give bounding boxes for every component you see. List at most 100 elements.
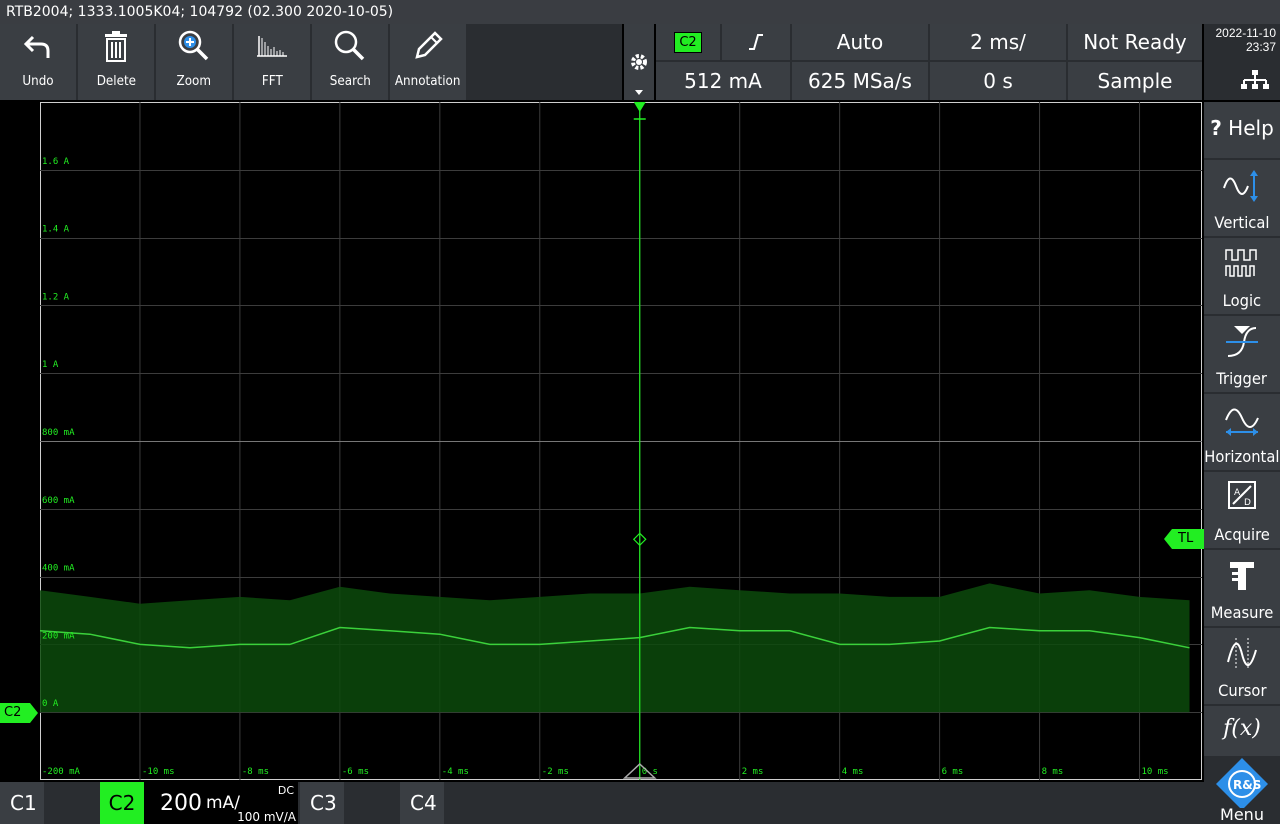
x-tick-label: -8 ms <box>242 767 269 777</box>
settings-button[interactable] <box>624 24 654 100</box>
help-label: Help <box>1228 116 1274 140</box>
time-offset-cell[interactable]: 0 s <box>930 62 1066 100</box>
channel-c1-button[interactable]: C1 <box>0 782 98 824</box>
toolbar: Undo Delete Zoom FFT Search Annotation <box>0 24 622 100</box>
undo-label: Undo <box>22 74 54 89</box>
search-icon <box>334 30 365 61</box>
signal-envelope <box>40 583 1190 713</box>
channel-c2-badge: C2 <box>100 782 144 824</box>
help-icon: ? <box>1210 116 1222 140</box>
rising-edge-icon <box>749 34 763 50</box>
trigger-channel-badge: C2 <box>674 31 702 53</box>
acquisition-mode-cell[interactable]: Sample <box>1068 62 1202 100</box>
y-tick-label: 1.6 A <box>42 157 70 167</box>
y-tick-label: 600 mA <box>42 496 75 506</box>
status-cell[interactable]: Not Ready <box>1068 24 1202 60</box>
sidebar: ? Help Vertical Logic Trigger Horizontal… <box>1204 102 1280 824</box>
y-tick-label: -200 mA <box>42 767 81 777</box>
horizontal-icon <box>1225 408 1259 436</box>
channel-c3-button[interactable]: C3 <box>300 782 398 824</box>
zoom-label: Zoom <box>176 74 212 89</box>
tl-label: TL <box>1178 531 1194 546</box>
annotation-label: Annotation <box>395 74 461 89</box>
cursor-icon <box>1227 638 1257 670</box>
acquisition-info-panel: C2 Auto 2 ms/ Not Ready 512 mA 625 MSa/s… <box>656 24 1202 100</box>
sidebar-item-vertical[interactable]: Vertical <box>1204 160 1280 236</box>
trigger-mode-cell[interactable]: Auto <box>792 24 928 60</box>
help-button[interactable]: ? Help <box>1204 102 1280 158</box>
vertical-icon <box>1223 170 1258 202</box>
trigger-icon <box>1226 326 1258 357</box>
delete-label: Delete <box>96 74 136 89</box>
x-tick-label: -2 ms <box>542 767 569 777</box>
sidebar-item-cursor[interactable]: Cursor <box>1204 628 1280 704</box>
waveform-display[interactable]: 1.6 A 1.4 A 1.2 A 1 A 800 mA 600 mA 400 mA 200 … <box>40 102 1202 780</box>
sidebar-item-measure[interactable]: Measure <box>1204 550 1280 626</box>
y-tick-label: 200 mA <box>42 631 75 641</box>
x-tick-label: -4 ms <box>442 767 469 777</box>
x-tick-label: 10 ms <box>1142 767 1169 777</box>
sample-rate-cell[interactable]: 625 MSa/s <box>792 62 928 100</box>
trigger-level-cell[interactable]: 512 mA <box>656 62 790 100</box>
delete-button[interactable]: Delete <box>78 24 154 100</box>
trigger-source-cell[interactable]: C2 <box>656 24 720 60</box>
rs-logo-text: R&S <box>1233 778 1261 792</box>
trash-icon <box>105 31 127 62</box>
function-button[interactable]: f(x) <box>1204 706 1280 756</box>
sidebar-label-cursor: Cursor <box>1217 681 1267 700</box>
sidebar-item-horizontal[interactable]: Horizontal <box>1204 394 1280 470</box>
sidebar-item-logic[interactable]: Logic <box>1204 238 1280 314</box>
fft-icon <box>257 36 287 57</box>
network-icon <box>1241 70 1269 89</box>
clock-date: 2022-11-10 <box>1215 26 1277 40</box>
x-tick-label: 8 ms <box>1042 767 1064 777</box>
channel-c2-scale: 200 <box>160 790 202 816</box>
pencil-icon <box>415 31 443 59</box>
sidebar-label-trigger: Trigger <box>1216 369 1268 388</box>
channel-bar: C1 C2 200 mA/ DC 100 mV/A C3 C4 <box>0 782 1204 824</box>
channel-c2-unit: mA/ <box>206 793 240 813</box>
x-tick-label: 4 ms <box>842 767 864 777</box>
sidebar-item-acquire[interactable]: AD Acquire <box>1204 472 1280 548</box>
channel-c2-probe: 100 mV/A <box>237 810 296 824</box>
trigger-slope-cell[interactable] <box>722 24 790 60</box>
menu-button[interactable]: R&S Menu <box>1204 758 1280 824</box>
clock-time: 23:37 <box>1245 40 1276 54</box>
x-tick-label: 6 ms <box>942 767 964 777</box>
timebase-cell[interactable]: 2 ms/ <box>930 24 1066 60</box>
y-tick-label: 800 mA <box>42 428 75 438</box>
acquire-icon: AD <box>1228 481 1256 509</box>
channel-c1-label: C1 <box>10 791 37 815</box>
clock: 2022-11-10 23:37 <box>1204 24 1280 100</box>
window-title: RTB2004; 1333.1005K04; 104792 (02.300 20… <box>0 0 1280 24</box>
svg-text:A: A <box>1234 488 1241 498</box>
sidebar-label-horizontal: Horizontal <box>1204 447 1280 466</box>
search-button[interactable]: Search <box>312 24 388 100</box>
undo-button[interactable]: Undo <box>0 24 76 100</box>
channel-c4-button[interactable]: C4 <box>400 782 498 824</box>
svg-text:D: D <box>1244 498 1251 508</box>
sidebar-label-acquire: Acquire <box>1214 525 1270 544</box>
sidebar-item-trigger[interactable]: Trigger <box>1204 316 1280 392</box>
search-label: Search <box>329 74 371 89</box>
fft-button[interactable]: FFT <box>234 24 310 100</box>
channel-c2-button[interactable]: C2 200 mA/ DC 100 mV/A <box>100 782 298 824</box>
gear-icon <box>631 54 647 95</box>
sidebar-label-logic: Logic <box>1222 291 1262 310</box>
trigger-position-marker <box>633 102 646 112</box>
trigger-level-marker[interactable]: TL <box>1164 529 1204 549</box>
logic-icon <box>1225 249 1257 277</box>
channel-ground-marker[interactable]: C2 <box>0 703 38 723</box>
y-tick-label: 0 A <box>42 699 59 709</box>
zoom-icon <box>178 30 209 61</box>
channel-c4-label: C4 <box>410 791 437 815</box>
y-tick-label: 1.4 A <box>42 225 70 235</box>
channel-offset-strip: C2 <box>0 102 40 780</box>
measure-icon <box>1230 562 1254 590</box>
annotation-button[interactable]: Annotation <box>390 24 466 100</box>
channel-c3-label: C3 <box>310 791 337 815</box>
x-tick-label: 2 ms <box>742 767 764 777</box>
zoom-button[interactable]: Zoom <box>156 24 232 100</box>
menu-label: Menu <box>1220 805 1264 824</box>
sidebar-label-vertical: Vertical <box>1214 213 1270 232</box>
